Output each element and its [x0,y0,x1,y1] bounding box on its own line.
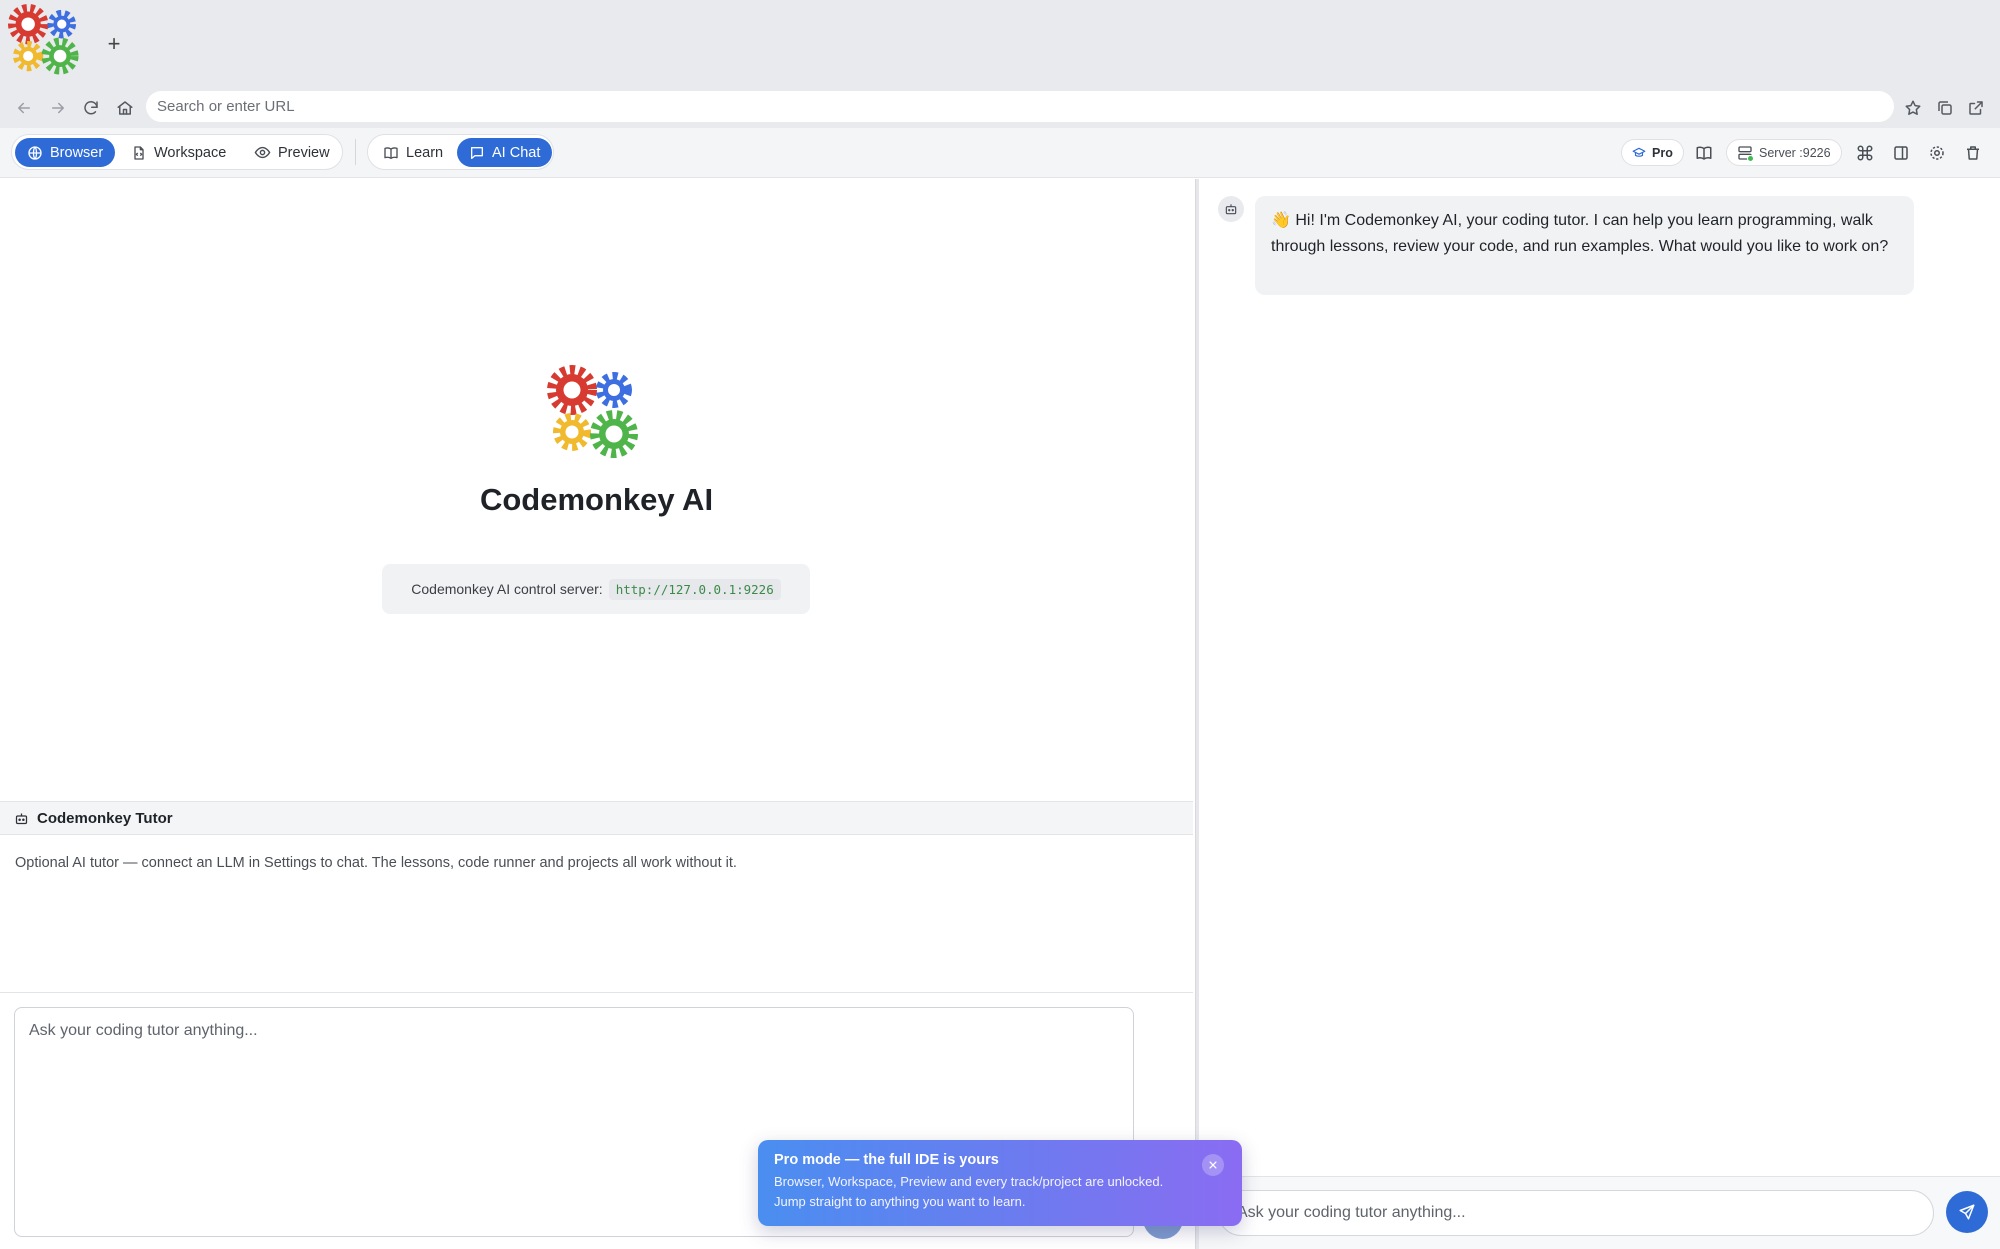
server-info-card: Codemonkey AI control server: http://127… [382,564,810,614]
open-external-icon[interactable] [1962,94,1990,122]
url-input[interactable]: Search or enter URL [146,91,1894,122]
ai-chat-panel-button[interactable]: AI Chat [457,138,553,167]
pro-badge[interactable]: Pro [1621,139,1684,166]
book-icon [384,146,398,159]
tutor-description: Optional AI tutor — connect an LLM in Se… [15,855,737,871]
chat-message-input[interactable]: Ask your coding tutor anything... [1218,1190,1934,1236]
eye-icon [254,146,271,159]
ai-chat-panel-label: AI Chat [492,144,541,161]
robot-icon [1225,204,1237,215]
pro-label: Pro [1652,145,1673,160]
duplicate-window-icon[interactable] [1931,94,1959,122]
server-url[interactable]: http://127.0.0.1:9226 [608,578,781,600]
codemonkey-gears-hero-icon [544,364,648,464]
robot-icon [15,813,28,824]
codemonkey-gears-logo-icon[interactable] [8,4,92,88]
back-arrow-icon[interactable] [10,94,38,122]
hero-title: Codemonkey AI [479,482,714,517]
toast-title: Pro mode — the full IDE is yours [774,1152,999,1168]
settings-gear-icon[interactable] [1924,140,1950,166]
graduation-cap-icon [1632,147,1646,157]
server-status-chip[interactable]: Server :9226 [1726,139,1842,166]
assistant-message: 👋 Hi! I'm Codemonkey AI, your coding tut… [1255,196,1914,295]
server-info-text: Codemonkey AI control server: [411,581,603,597]
command-icon[interactable] [1852,140,1878,166]
workspace-mode-label: Workspace [154,144,227,161]
trash-icon[interactable] [1960,140,1986,166]
learn-panel-label: Learn [406,144,444,161]
browser-mode-button[interactable]: Browser [15,138,116,167]
preview-mode-label: Preview [278,144,330,161]
pro-mode-toast: Pro mode — the full IDE is yours Browser… [758,1140,1242,1226]
new-tab-button[interactable]: + [102,32,126,56]
send-icon [1959,1204,1975,1220]
tutor-divider [0,992,1193,993]
tutor-panel-header: Codemonkey Tutor [0,801,1193,835]
bot-avatar [1218,196,1244,222]
learn-panel-button[interactable]: Learn [371,138,455,167]
forward-arrow-icon[interactable] [44,94,72,122]
browser-mode-label: Browser [50,144,104,161]
sidebar-toggle-icon[interactable] [1888,140,1914,166]
globe-icon [28,145,42,160]
open-book-icon[interactable] [1691,140,1717,166]
ai-chat-pane [1199,179,2000,1249]
star-bookmark-icon[interactable] [1899,94,1927,122]
reload-icon[interactable] [77,94,105,122]
code-file-icon [134,145,144,160]
toast-close-icon[interactable] [1202,1154,1224,1176]
preview-mode-button[interactable]: Preview [242,138,342,167]
toast-body: Browser, Workspace, Preview and every tr… [774,1174,1164,1209]
chat-icon [471,146,483,159]
toolbar-divider [355,139,356,165]
home-icon[interactable] [111,94,139,122]
workspace-mode-button[interactable]: Workspace [119,138,238,167]
tab-strip [0,0,2000,90]
server-status-label: Server :9226 [1759,145,1831,160]
server-status-icon [1737,145,1754,162]
chat-send-button[interactable] [1946,1191,1988,1233]
tutor-panel-title: Codemonkey Tutor [37,809,173,827]
